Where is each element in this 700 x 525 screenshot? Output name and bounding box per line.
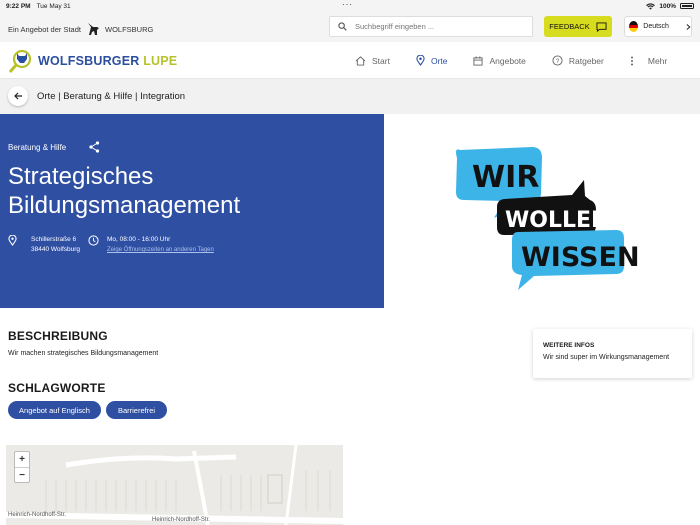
address-block: Schillerstraße 6 38440 Wolfsburg [8, 235, 80, 255]
keywords-heading: SCHLAGWORTE [8, 381, 106, 395]
more-info-card: WEITERE INFOS Wir sind super im Wirkungs… [533, 329, 692, 378]
zoom-in-button[interactable]: + [15, 452, 29, 467]
nav-item-angebote[interactable]: Angebote [473, 55, 526, 66]
wifi-icon [646, 2, 656, 10]
feedback-button[interactable]: FEEDBACK [544, 16, 612, 37]
nav-label-mehr: Mehr [647, 55, 668, 66]
hero-image: WIR WOLLEN WISSEN [384, 114, 700, 308]
nav-label-ratgeber: Ratgeber [568, 55, 604, 66]
nav-item-start[interactable]: Start [355, 56, 390, 66]
city-attribution[interactable]: Ein Angebot der Stadt WOLFSBURG [8, 22, 153, 36]
main-navbar: WOLFSBURGER LUPE Start Orte Angebote ? R… [0, 42, 700, 79]
arrow-left-icon [13, 92, 22, 100]
battery-icon [680, 3, 694, 9]
search-icon [338, 22, 347, 31]
address-city: 38440 Wolfsburg [31, 246, 81, 253]
page-title: Strategisches Bildungsmanagement [8, 163, 241, 219]
description-text: Wir machen strategisches Bildungsmanagem… [8, 350, 159, 357]
language-label: Deutsch [643, 23, 669, 30]
home-icon [355, 55, 366, 66]
description-heading: BESCHREIBUNG [8, 329, 108, 343]
nav-menu: Start Orte Angebote ? Ratgeber Mehr [355, 42, 693, 79]
map-zoom-control: + − [14, 451, 30, 483]
map-view[interactable]: + − Heinrich-Nordhoff-Str. Heinrich-Nord… [6, 445, 343, 525]
breadcrumb: Orte | Beratung & Hilfe | Integration [37, 91, 186, 102]
nav-label-orte: Orte [430, 55, 448, 66]
more-vertical-icon [630, 56, 633, 65]
opening-hours-block: Mo, 08:00 - 16:00 Uhr Zeige Öffnungszeit… [88, 235, 214, 255]
category-label[interactable]: Beratung & Hilfe [8, 143, 66, 152]
wir-wollen-wissen-graphic: WIR WOLLEN WISSEN [456, 147, 640, 290]
status-time: 9:22 PM [6, 2, 31, 10]
chevron-right-icon [686, 23, 691, 30]
tag-chip-english[interactable]: Angebot auf Englisch [8, 401, 101, 419]
calendar-icon [473, 55, 484, 66]
other-days-link[interactable]: Zeige Öffnungszeiten an anderen Tagen [107, 245, 214, 255]
language-selector[interactable]: Deutsch [624, 16, 692, 37]
nav-label-angebote: Angebote [489, 55, 526, 66]
wolf-crest-icon [87, 23, 99, 35]
german-flag-icon [629, 21, 639, 32]
address-street: Schillerstraße 6 [31, 236, 77, 243]
chat-bubble-icon [596, 21, 607, 32]
share-icon[interactable] [89, 141, 100, 153]
zoom-out-button[interactable]: − [15, 467, 29, 482]
feedback-label: FEEDBACK [549, 22, 590, 31]
battery-percent: 100% [659, 2, 676, 10]
image-word-1: WIR [472, 160, 539, 195]
image-word-3: WISSEN [521, 242, 640, 273]
status-bar: 9:22 PM Tue May 31 ··· 100% [0, 0, 700, 12]
opening-hours: Mo, 08:00 - 16:00 Uhr [107, 236, 171, 243]
street-label: Heinrich-Nordhoff-Str. [8, 512, 66, 518]
more-info-heading: WEITERE INFOS [543, 342, 595, 349]
multitask-dots[interactable]: ··· [342, 1, 353, 9]
logo-text: WOLFSBURGER LUPE [38, 54, 177, 68]
nav-item-orte[interactable]: Orte [416, 55, 448, 66]
nav-label-start: Start [372, 55, 390, 66]
city-prefix: Ein Angebot der Stadt [8, 24, 81, 34]
logo-main: WOLFSBURGER [38, 54, 140, 68]
location-pin-icon [416, 55, 425, 66]
status-date: Tue May 31 [36, 2, 71, 10]
help-circle-icon: ? [552, 55, 563, 66]
tag-chip-barrier-free[interactable]: Barrierefrei [106, 401, 167, 419]
utility-bar: Ein Angebot der Stadt WOLFSBURG FEEDBACK… [0, 12, 700, 42]
wolf-magnifier-logo-icon [8, 49, 32, 73]
logo-accent: LUPE [143, 54, 178, 68]
image-word-2: WOLLEN [505, 208, 609, 233]
more-info-text: Wir sind super im Wirkungsmanagement [543, 354, 670, 361]
svg-text:?: ? [556, 58, 560, 65]
breadcrumb-bar: Orte | Beratung & Hilfe | Integration [0, 79, 700, 114]
clock-icon [88, 235, 99, 246]
location-pin-icon [8, 235, 17, 246]
site-logo[interactable]: WOLFSBURGER LUPE [8, 48, 177, 74]
nav-item-ratgeber[interactable]: ? Ratgeber [552, 55, 604, 66]
street-label: Heinrich-Nordhoff-Str. [152, 517, 210, 523]
search-box[interactable] [329, 16, 533, 37]
search-input[interactable] [355, 22, 525, 31]
nav-item-mehr[interactable]: Mehr [630, 56, 667, 66]
city-name: WOLFSBURG [104, 24, 154, 34]
back-button[interactable] [8, 86, 28, 106]
hero-panel: Beratung & Hilfe Strategisches Bildungsm… [0, 114, 384, 308]
